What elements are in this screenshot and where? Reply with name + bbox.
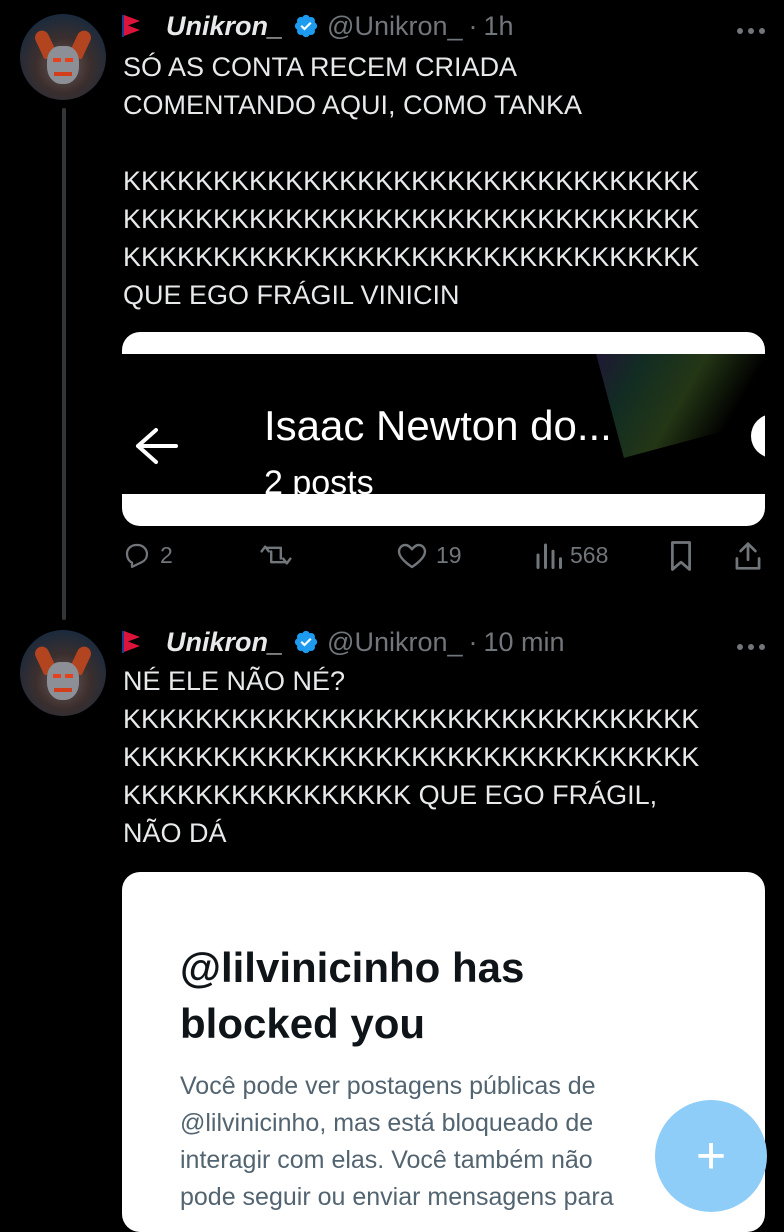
repost-button[interactable] xyxy=(258,540,294,570)
bookmark-button[interactable] xyxy=(668,540,694,572)
like-button[interactable]: 19 xyxy=(396,540,462,570)
author-handle[interactable]: @Unikron_ xyxy=(327,627,462,658)
author-handle[interactable]: @Unikron_ xyxy=(327,11,462,42)
post-header: Unikron_ @Unikron_ · 1h xyxy=(122,6,514,46)
embed-profile-title: Isaac Newton do... xyxy=(264,402,612,449)
repost-icon xyxy=(260,545,292,565)
embedded-screenshot-profile[interactable]: Isaac Newton do... 2 posts xyxy=(122,332,765,526)
reply-button[interactable]: 2 xyxy=(122,540,173,570)
views-icon xyxy=(536,543,562,569)
post-actions: 2 19 568 xyxy=(122,540,766,584)
post-text: NÉ ELE NÃO NÉ? KKKKKKKKKKKKKKKKKKKKKKKKK… xyxy=(123,666,700,848)
verified-badge-icon xyxy=(294,14,318,38)
nepal-flag-icon xyxy=(122,15,142,37)
like-count: 19 xyxy=(436,541,462,568)
author-name[interactable]: Unikron_ xyxy=(166,627,283,658)
heart-icon xyxy=(397,543,427,569)
blocked-description: Você pode ver postagens públicas de @lil… xyxy=(180,1072,614,1211)
thread-connector-line xyxy=(62,108,66,620)
separator-dot: · xyxy=(468,626,478,657)
avatar[interactable] xyxy=(20,630,106,716)
compose-button[interactable]: + xyxy=(655,1100,767,1212)
separator-dot: · xyxy=(468,10,478,41)
avatar[interactable] xyxy=(20,14,106,100)
bookmark-icon xyxy=(671,541,691,571)
share-icon xyxy=(735,542,761,570)
view-count: 568 xyxy=(570,541,609,568)
embed-post-count: 2 posts xyxy=(264,464,374,494)
post-text: SÓ AS CONTA RECEM CRIADA COMENTANDO AQUI… xyxy=(123,52,700,310)
reply-icon xyxy=(125,543,149,568)
more-icon[interactable] xyxy=(736,626,766,660)
post-time[interactable]: 1h xyxy=(484,11,514,42)
back-arrow-icon xyxy=(136,428,178,464)
verified-badge-icon xyxy=(294,630,318,654)
post-time[interactable]: 10 min xyxy=(484,627,565,658)
views-button[interactable]: 568 xyxy=(534,540,608,570)
share-button[interactable] xyxy=(734,540,762,572)
blocked-title: @lilvinicinho has blocked you xyxy=(180,944,525,1047)
post-header: Unikron_ @Unikron_ · 10 min xyxy=(122,622,565,662)
reply-count: 2 xyxy=(160,541,173,568)
nepal-flag-icon xyxy=(122,631,142,653)
author-name[interactable]: Unikron_ xyxy=(166,11,283,42)
more-icon[interactable] xyxy=(736,10,766,44)
compose-plus-icon: + xyxy=(695,1127,727,1185)
